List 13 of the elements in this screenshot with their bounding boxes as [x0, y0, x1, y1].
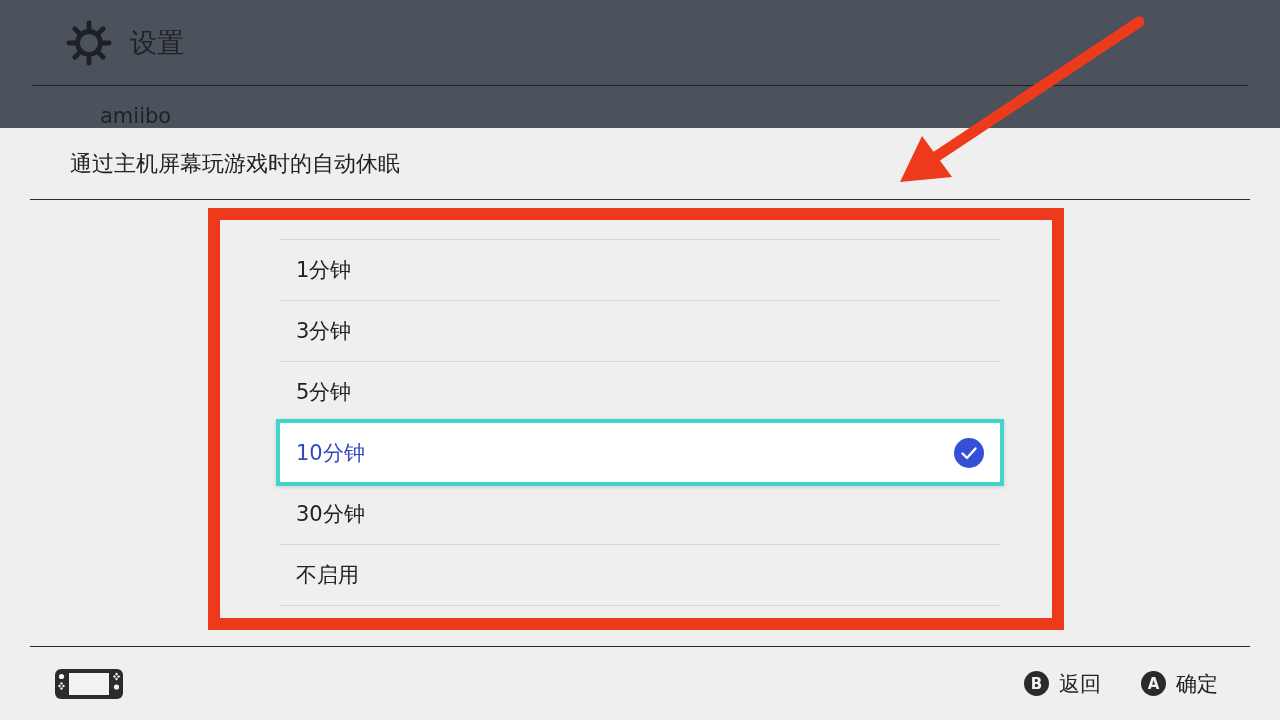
- dialog-title: 通过主机屏幕玩游戏时的自动休眠: [70, 149, 400, 178]
- gear-icon: [66, 19, 112, 66]
- footer-action-button[interactable]: A 确定: [1141, 669, 1218, 698]
- controller-key-glyph: A: [1141, 671, 1166, 696]
- handheld-console-icon: [55, 668, 123, 699]
- footer-action-button[interactable]: B 返回: [1024, 669, 1101, 698]
- option-item[interactable]: 不启用: [280, 544, 1000, 605]
- check-icon: [954, 437, 984, 468]
- option-item[interactable]: 1分钟: [280, 239, 1000, 300]
- controller-key-glyph: B: [1024, 671, 1049, 696]
- option-item[interactable]: 3分钟: [280, 300, 1000, 361]
- option-item[interactable]: 30分钟: [280, 483, 1000, 544]
- option-item[interactable]: 10分钟: [276, 419, 1004, 486]
